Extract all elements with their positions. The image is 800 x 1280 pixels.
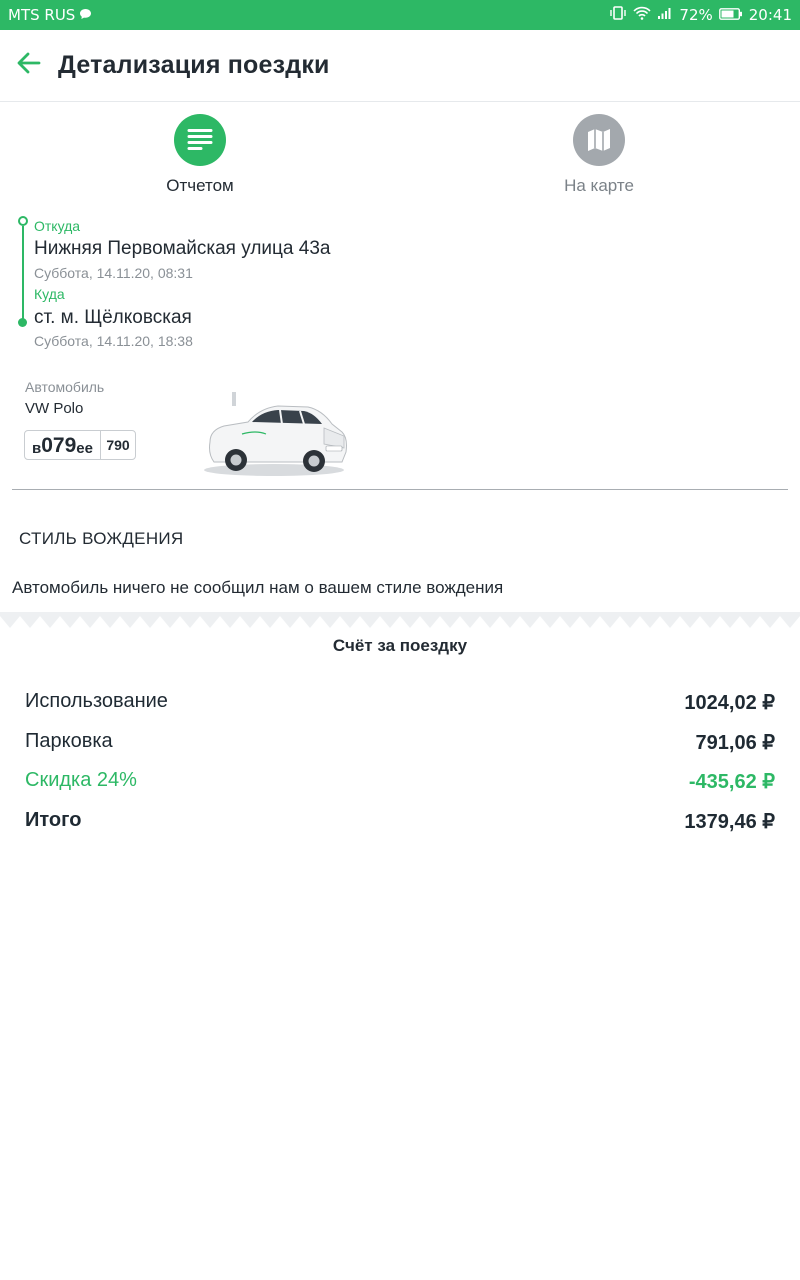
bill-item-name: Скидка 24% [25, 769, 137, 791]
bill-item-amount: -435,62 ₽ [688, 771, 775, 793]
from-label: Откуда [34, 218, 81, 234]
tab-report-label: Отчетом [166, 176, 234, 195]
to-label: Куда [34, 286, 65, 302]
tab-map[interactable]: На карте [499, 114, 699, 196]
bill-item-amount: 1024,02 ₽ [684, 692, 775, 714]
plate-letter: в [32, 440, 42, 457]
vibrate-icon [609, 6, 627, 24]
route-section: Откуда Нижняя Первомайская улица 43а Суб… [0, 214, 800, 354]
list-icon [174, 114, 226, 166]
driving-style-title: СТИЛЬ ВОЖДЕНИЯ [19, 529, 184, 548]
car-label: Автомобиль [25, 379, 105, 395]
from-address: Нижняя Первомайская улица 43а [34, 238, 331, 259]
plate-number: в 079 ее [25, 431, 101, 459]
status-bar: MTS RUS 72% 20:41 [0, 0, 800, 30]
plate-region: 790 [106, 437, 130, 453]
app-header: Детализация поездки [0, 30, 800, 102]
tab-report[interactable]: Отчетом [100, 114, 300, 196]
route-line [22, 226, 24, 322]
start-point-icon [18, 216, 28, 226]
arrow-left-icon [17, 52, 41, 79]
driving-style-text: Автомобиль ничего не сообщил нам о вашем… [12, 578, 504, 597]
car-model: VW Polo [25, 400, 84, 417]
end-point-icon [18, 318, 27, 327]
license-plate: в 079 ее 790 [24, 430, 136, 460]
signal-icon [657, 6, 673, 24]
divider [12, 489, 788, 490]
tab-map-label: На карте [564, 176, 634, 195]
bill-item-name: Парковка [25, 730, 113, 752]
wifi-icon [633, 6, 652, 24]
plate-letters: ее [76, 440, 93, 457]
message-icon [79, 6, 92, 24]
bill-total-name: Итого [25, 809, 82, 831]
bill-item-amount: 791,06 ₽ [695, 732, 775, 754]
page-title: Детализация поездки [58, 51, 330, 79]
battery-icon [718, 6, 743, 24]
bill-title: Счёт за поездку [332, 636, 468, 655]
back-button[interactable] [0, 30, 58, 102]
car-image [204, 392, 347, 476]
view-mode-switch: Отчетом На карте [0, 114, 800, 204]
bill-row-parking: Парковка 791,06 ₽ [25, 730, 775, 755]
bill-row-usage: Использование 1024,02 ₽ [25, 690, 775, 715]
from-time: Суббота, 14.11.20, 08:31 [34, 265, 193, 281]
to-time: Суббота, 14.11.20, 18:38 [34, 333, 193, 349]
carrier-name: MTS RUS [8, 6, 76, 24]
battery-percent: 72% [679, 6, 713, 24]
map-icon [573, 114, 625, 166]
bill-item-name: Использование [25, 690, 168, 712]
bill-row-total: Итого 1379,46 ₽ [25, 809, 775, 834]
bill-total-amount: 1379,46 ₽ [684, 811, 775, 833]
car-info: Автомобиль VW Polo в 079 ее 790 [0, 376, 800, 481]
plate-digits: 079 [41, 434, 77, 457]
to-address: ст. м. Щёлковская [34, 307, 192, 328]
clock: 20:41 [748, 6, 792, 24]
bill-row-discount: Скидка 24% -435,62 ₽ [25, 769, 775, 794]
